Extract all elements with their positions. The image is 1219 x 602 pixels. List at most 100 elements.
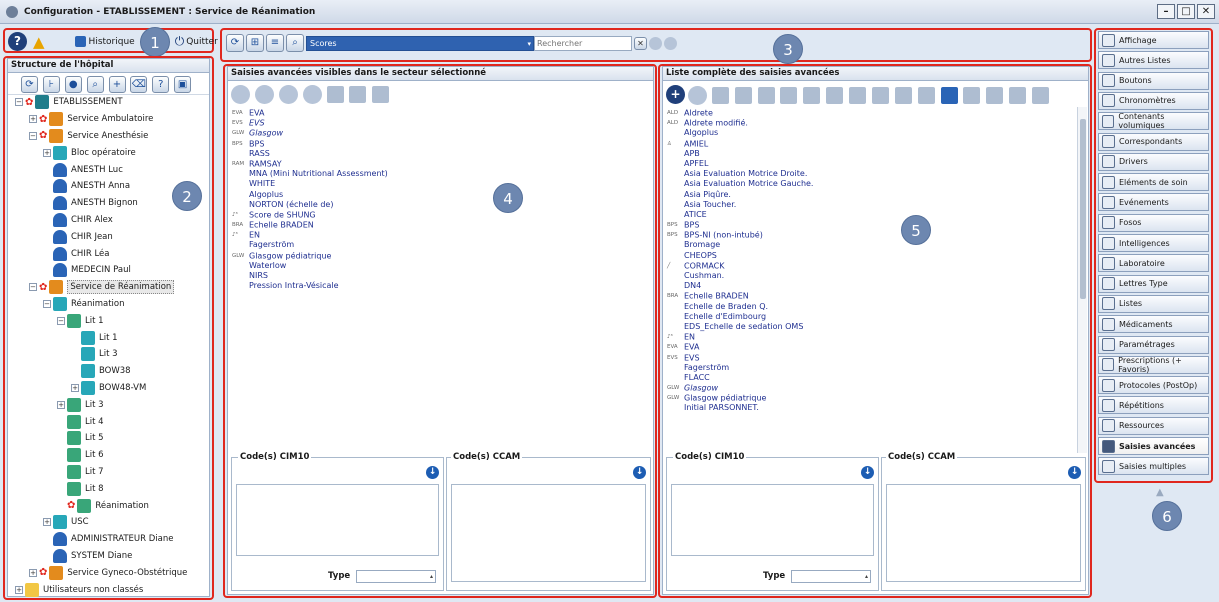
move-up-icon[interactable] [278,85,298,104]
list-item[interactable]: EVA EVA [667,342,1088,352]
tree-node[interactable]: ✿ Réanimation [15,497,211,514]
expand-icon[interactable]: + [43,518,51,527]
add-icon[interactable]: + [666,85,685,104]
document-icon[interactable] [711,87,729,104]
list-item[interactable]: APB [667,149,1088,159]
list-item[interactable]: GLW Glasgow pédiatrique [232,251,653,261]
settings-gear-icon[interactable]: ✿ [39,567,47,578]
download-icon[interactable]: ↓ [633,466,646,479]
select-all-icon[interactable] [372,86,390,103]
sidebar-item-affichage[interactable]: Affichage [1098,31,1209,49]
search-input[interactable] [534,35,632,51]
paste-icon[interactable] [780,87,798,104]
duplicate-icon[interactable] [871,87,889,104]
list-item[interactable]: NORTON (échelle de) [232,200,653,210]
list-item[interactable]: WHITE [232,179,653,189]
import-icon[interactable] [940,87,958,104]
sidebar-item-el-ments-de-soin[interactable]: Eléments de soin [1098,173,1209,192]
list-item[interactable]: ATICE [667,210,1088,220]
search-previous-icon[interactable] [649,36,662,50]
list-item[interactable]: Fagerström [232,240,653,250]
refresh-icon[interactable]: ⟳ [21,76,38,93]
settings-gear-icon[interactable]: ✿ [39,282,47,293]
collapse-icon[interactable]: − [15,98,23,107]
list-item[interactable]: NIRS [232,271,653,281]
list-item[interactable]: Waterlow [232,261,653,271]
sidebar-item-contenants-volumiques[interactable]: Contenants volumiques [1098,112,1209,131]
list-item[interactable]: Asia Toucher. [667,200,1088,210]
list-item[interactable]: ♪³ EN [667,332,1088,342]
user-icon[interactable]: ● [64,76,82,93]
tree-node[interactable]: + Utilisateurs non classés [15,581,211,598]
sidebar-item-saisies-multiples[interactable]: Saisies multiples [1098,457,1209,476]
list-item[interactable]: ALD Aldrete modifié. [667,118,1088,128]
list-item[interactable]: Asia Piqûre. [667,190,1088,200]
tree-node[interactable]: + ✿ Service Ambulatoire [15,111,211,128]
move-down-icon[interactable] [302,85,322,104]
sidebar-item-fosos[interactable]: Fosos [1098,213,1209,232]
tree-node[interactable]: + Lit 3 [15,396,211,413]
help-small-icon[interactable]: ? [152,76,170,93]
download-icon[interactable]: ↓ [426,466,439,479]
tree-node[interactable]: Lit 4 [15,413,211,430]
form-icon[interactable] [1009,87,1027,104]
edit-icon[interactable] [849,87,866,104]
tree-node[interactable]: CHIR Jean [15,228,211,245]
ccam-list[interactable] [451,484,646,582]
tree-node[interactable]: SYSTEM Diane [15,548,211,565]
expand-icon[interactable]: + [71,383,79,392]
sidebar-item-intelligences[interactable]: Intelligences [1098,234,1209,252]
delete-icon[interactable]: ⌫ [130,76,148,93]
cim10-list[interactable] [236,484,439,556]
sidebar-item-listes[interactable]: Listes [1098,294,1209,313]
sort-icon[interactable] [326,86,344,103]
list-item[interactable]: BRA Echelle BRADEN [667,291,1088,301]
list-item[interactable]: RASS [232,149,653,159]
tree-node[interactable]: CHIR Alex [15,212,211,229]
expand-icon[interactable]: + [43,148,51,157]
collapse-icon[interactable]: − [29,131,37,140]
search-next-icon[interactable] [664,36,677,50]
settings-gear-icon[interactable]: ✿ [67,500,75,511]
tree-node[interactable]: − Réanimation [15,296,211,313]
tree-node[interactable]: BOW38 [15,363,211,380]
scroll-thumb[interactable] [1080,119,1086,299]
sidebar-item-ressources[interactable]: Ressources [1098,416,1209,435]
list-item[interactable]: ╱ CORMACK [667,261,1088,271]
list-item[interactable]: GLW Glasgow pédiatrique [667,393,1088,403]
sidebar-item-lettres-type[interactable]: Lettres Type [1098,274,1209,293]
tree-node[interactable]: ADMINISTRATEUR Diane [15,531,211,548]
export-icon[interactable] [963,87,981,104]
list-item[interactable]: APFEL [667,159,1088,169]
list-item[interactable]: EDS_Echelle de sedation OMS [667,322,1088,332]
sidebar-item-m-dicaments[interactable]: Médicaments [1098,315,1209,334]
sidebar-item-saisies-avanc-es[interactable]: Saisies avancées [1098,437,1209,455]
expand-icon[interactable]: + [29,115,37,124]
close-button[interactable]: ✕ [1197,4,1215,19]
list-item[interactable]: EVS EVS [232,118,653,128]
refresh-icon[interactable]: ⟳ [226,34,244,52]
cim10-list[interactable] [671,484,874,556]
warning-icon[interactable]: ▲ [33,33,45,51]
export-icon[interactable]: ▣ [174,76,192,93]
list-item[interactable]: Bromage [667,240,1088,250]
edit-icon[interactable] [349,86,367,103]
list-item[interactable]: Algoplus [232,190,653,200]
grid-icon[interactable] [1032,87,1049,104]
text-icon[interactable] [826,87,844,104]
tree-node[interactable]: − ✿ ETABLISSEMENT [15,94,211,111]
filter-icon[interactable]: ≡ [266,34,284,52]
sidebar-item-r-p-titions[interactable]: Répétitions [1098,396,1209,415]
sidebar-item-protocoles-postop[interactable]: Protocoles (PostOp) [1098,376,1209,395]
expand-icon[interactable]: + [29,568,37,577]
sidebar-item-boutons[interactable]: Boutons [1098,71,1209,90]
sidebar-item-correspondants[interactable]: Correspondants [1098,132,1209,151]
minimize-button[interactable]: – [1157,4,1175,19]
list-item[interactable]: Fagerström [667,363,1088,373]
tree-node[interactable]: + USC [15,514,211,531]
sidebar-item-autres-listes[interactable]: Autres Listes [1098,51,1209,70]
copy-icon[interactable] [757,87,775,104]
tree-node[interactable]: − Lit 1 [15,312,211,329]
sidebar-item-prescriptions-favoris[interactable]: Prescriptions (+ Favoris) [1098,355,1209,374]
list-item[interactable]: ♙ AMIEL [667,139,1088,149]
